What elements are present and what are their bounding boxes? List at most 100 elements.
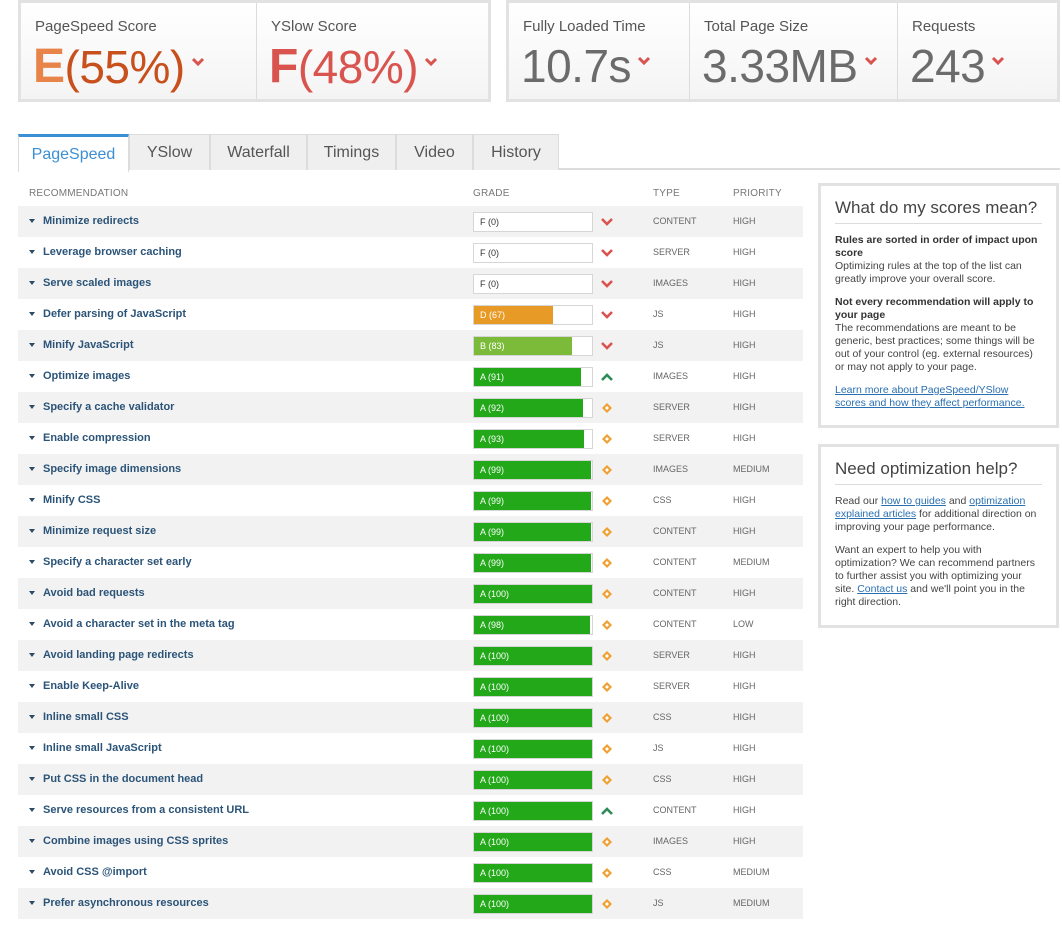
expand-caret-icon[interactable] [29, 312, 35, 316]
expand-caret-icon[interactable] [29, 529, 35, 533]
table-row[interactable]: Inline small CSS A (100) CSS HIGH [18, 702, 803, 733]
total-page-size[interactable]: Total Page Size 3.33MB [690, 3, 898, 99]
recommendation-name[interactable]: Leverage browser caching [43, 246, 182, 258]
recommendation-name[interactable]: Enable compression [43, 432, 151, 444]
recommendation-name[interactable]: Combine images using CSS sprites [43, 835, 228, 847]
table-row[interactable]: Avoid CSS @import A (100) CSS MEDIUM [18, 857, 803, 888]
table-row[interactable]: Specify image dimensions A (99) IMAGES MEDI… [18, 454, 803, 485]
table-row[interactable]: Leverage browser caching F (0) SERVER HIGH [18, 237, 803, 268]
recommendation-name[interactable]: Put CSS in the document head [43, 773, 203, 785]
expand-caret-icon[interactable] [29, 808, 35, 812]
table-row[interactable]: Prefer asynchronous resources A (100) JS ME… [18, 888, 803, 919]
recommendation-name[interactable]: Inline small CSS [43, 711, 129, 723]
tab-pagespeed[interactable]: PageSpeed [18, 134, 129, 172]
expand-caret-icon[interactable] [29, 343, 35, 347]
tab-yslow[interactable]: YSlow [129, 134, 210, 170]
table-row[interactable]: Minimize redirects F (0) CONTENT HIGH [18, 206, 803, 237]
recommendation-name[interactable]: Avoid bad requests [43, 587, 145, 599]
trend-unchanged-icon [602, 403, 612, 413]
table-row[interactable]: Minify JavaScript B (83) JS HIGH [18, 330, 803, 361]
recommendation-name[interactable]: Minimize redirects [43, 215, 139, 227]
recommendation-name[interactable]: Inline small JavaScript [43, 742, 162, 754]
table-row[interactable]: Specify a cache validator A (92) SERVER HIG… [18, 392, 803, 423]
table-row[interactable]: Minimize request size A (99) CONTENT HIGH [18, 516, 803, 547]
tab-history[interactable]: History [473, 134, 559, 170]
expand-caret-icon[interactable] [29, 622, 35, 626]
table-row[interactable]: Avoid landing page redirects A (100) SERVE… [18, 640, 803, 671]
recommendation-name[interactable]: Serve resources from a consistent URL [43, 804, 249, 816]
expand-caret-icon[interactable] [29, 560, 35, 564]
recommendation-name[interactable]: Avoid CSS @import [43, 866, 147, 878]
learn-more-link[interactable]: Learn more about PageSpeed/YSlow scores … [835, 384, 1025, 409]
scores-help-title: What do my scores mean? [835, 198, 1042, 224]
pagespeed-score[interactable]: PageSpeed Score E (55%) [21, 3, 257, 99]
expand-caret-icon[interactable] [29, 715, 35, 719]
type-label: CSS [653, 712, 672, 722]
expand-caret-icon[interactable] [29, 374, 35, 378]
recommendation-name[interactable]: Optimize images [43, 370, 130, 382]
chevron-down-icon [191, 57, 204, 66]
header-grade[interactable]: GRADE [473, 188, 510, 199]
recommendation-name[interactable]: Specify image dimensions [43, 463, 181, 475]
expand-caret-icon[interactable] [29, 591, 35, 595]
optimization-help-box: Need optimization help? Read our how to … [818, 444, 1059, 628]
recommendation-name[interactable]: Serve scaled images [43, 277, 151, 289]
expand-caret-icon[interactable] [29, 250, 35, 254]
table-row[interactable]: Enable compression A (93) SERVER HIGH [18, 423, 803, 454]
table-row[interactable]: Serve resources from a consistent URL A (… [18, 795, 803, 826]
recommendation-name[interactable]: Prefer asynchronous resources [43, 897, 209, 909]
table-row[interactable]: Avoid a character set in the meta tag A (… [18, 609, 803, 640]
type-label: CONTENT [653, 216, 697, 226]
recommendation-name[interactable]: Enable Keep-Alive [43, 680, 139, 692]
requests-count[interactable]: Requests 243 [898, 3, 1057, 99]
recommendation-name[interactable]: Minify CSS [43, 494, 100, 506]
contact-us-link[interactable]: Contact us [857, 583, 907, 595]
yslow-score[interactable]: YSlow Score F (48%) [257, 3, 488, 99]
expand-caret-icon[interactable] [29, 219, 35, 223]
recommendation-name[interactable]: Defer parsing of JavaScript [43, 308, 186, 320]
expand-caret-icon[interactable] [29, 839, 35, 843]
header-recommendation[interactable]: RECOMMENDATION [29, 188, 128, 199]
table-row[interactable]: Enable Keep-Alive A (100) SERVER HIGH [18, 671, 803, 702]
expand-caret-icon[interactable] [29, 746, 35, 750]
table-row[interactable]: Defer parsing of JavaScript D (67) JS HIGH [18, 299, 803, 330]
tab-timings[interactable]: Timings [307, 134, 396, 170]
grade-text: A (100) [480, 775, 510, 785]
expand-caret-icon[interactable] [29, 870, 35, 874]
fully-loaded-time[interactable]: Fully Loaded Time 10.7s [509, 3, 690, 99]
how-to-guides-link[interactable]: how to guides [881, 495, 946, 507]
expand-caret-icon[interactable] [29, 498, 35, 502]
recommendation-name[interactable]: Minimize request size [43, 525, 156, 537]
tab-video[interactable]: Video [396, 134, 473, 170]
expand-caret-icon[interactable] [29, 777, 35, 781]
priority-label: HIGH [733, 402, 756, 412]
header-type[interactable]: TYPE [653, 188, 680, 199]
recommendation-name[interactable]: Avoid a character set in the meta tag [43, 618, 235, 630]
page-size-value: 3.33MB [702, 39, 878, 93]
table-row[interactable]: Minify CSS A (99) CSS HIGH [18, 485, 803, 516]
expand-caret-icon[interactable] [29, 901, 35, 905]
tab-waterfall[interactable]: Waterfall [210, 134, 307, 170]
expand-caret-icon[interactable] [29, 281, 35, 285]
table-row[interactable]: Inline small JavaScript A (100) JS HIGH [18, 733, 803, 764]
table-row[interactable]: Serve scaled images F (0) IMAGES HIGH [18, 268, 803, 299]
recommendation-name[interactable]: Minify JavaScript [43, 339, 133, 351]
type-label: SERVER [653, 402, 690, 412]
grade-bar: D (67) [473, 305, 593, 325]
recommendation-name[interactable]: Specify a cache validator [43, 401, 174, 413]
header-priority[interactable]: PRIORITY [733, 188, 782, 199]
recommendation-name[interactable]: Specify a character set early [43, 556, 192, 568]
expand-caret-icon[interactable] [29, 436, 35, 440]
table-row[interactable]: Specify a character set early A (99) CONTE… [18, 547, 803, 578]
grade-text: A (93) [480, 434, 505, 444]
expand-caret-icon[interactable] [29, 653, 35, 657]
recommendation-name[interactable]: Avoid landing page redirects [43, 649, 194, 661]
table-row[interactable]: Put CSS in the document head A (100) CSS HI… [18, 764, 803, 795]
expand-caret-icon[interactable] [29, 684, 35, 688]
expand-caret-icon[interactable] [29, 405, 35, 409]
table-row[interactable]: Avoid bad requests A (100) CONTENT HIGH [18, 578, 803, 609]
priority-label: HIGH [733, 588, 756, 598]
table-row[interactable]: Optimize images A (91) IMAGES HIGH [18, 361, 803, 392]
table-row[interactable]: Combine images using CSS sprites A (100) I… [18, 826, 803, 857]
expand-caret-icon[interactable] [29, 467, 35, 471]
